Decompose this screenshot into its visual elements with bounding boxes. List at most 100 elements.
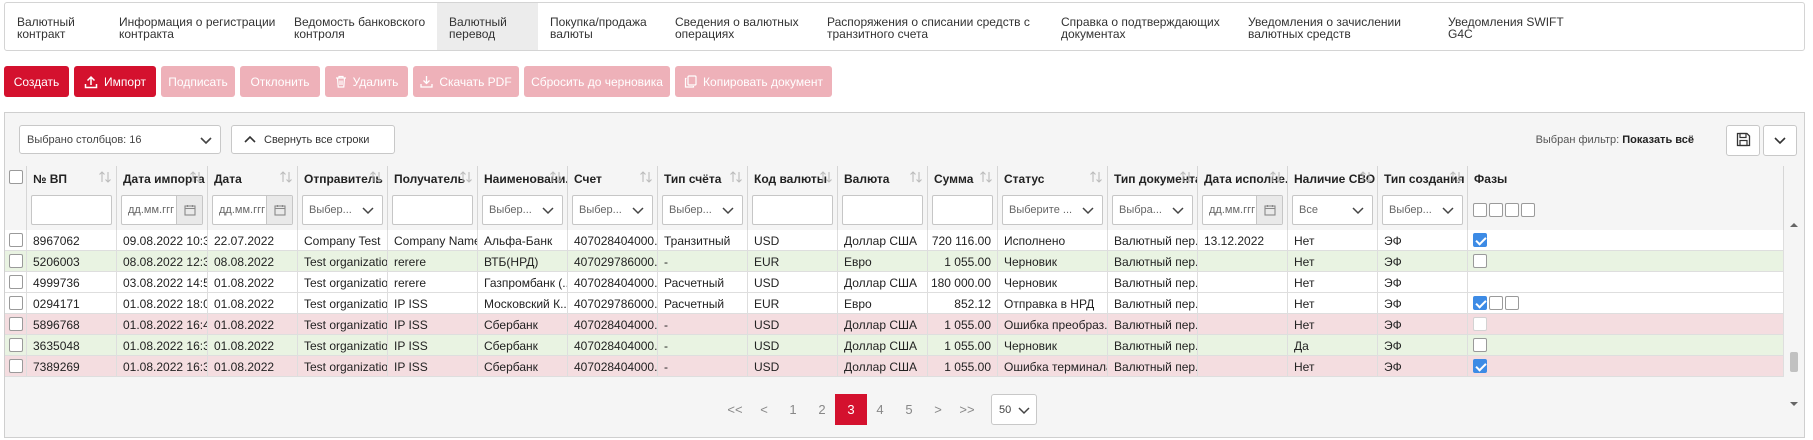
page-size-select[interactable]: 50: [991, 394, 1037, 425]
date-filter-input[interactable]: дд.мм.ггг: [212, 195, 293, 225]
select-filter[interactable]: Выбер...: [482, 195, 563, 225]
sort-icon[interactable]: [979, 171, 993, 186]
date-filter-input[interactable]: дд.мм.ггг: [1202, 195, 1283, 225]
sort-icon[interactable]: [1359, 171, 1373, 186]
reset-to-draft-button[interactable]: Сбросить до черновика: [524, 66, 670, 97]
sort-icon[interactable]: [1449, 171, 1463, 186]
phase-filter-checkbox[interactable]: [1505, 203, 1519, 217]
phase-filter-checkbox[interactable]: [1473, 203, 1487, 217]
phase-checkbox-checked[interactable]: [1473, 233, 1487, 247]
column-header[interactable]: Получатель: [388, 166, 478, 190]
prev-page-button[interactable]: <: [748, 394, 780, 425]
delete-button[interactable]: Удалить: [325, 66, 408, 97]
tab-6[interactable]: Сведения о валютных операциях: [663, 3, 815, 50]
sort-icon[interactable]: [459, 171, 473, 186]
phase-checkbox[interactable]: [1505, 296, 1519, 310]
tab-4[interactable]: Валютный перевод: [437, 3, 538, 50]
text-filter-input[interactable]: [842, 195, 923, 225]
select-filter[interactable]: Выбер...: [1382, 195, 1463, 225]
column-header[interactable]: Дата: [208, 166, 298, 190]
copy-document-button[interactable]: Копировать документ: [675, 66, 832, 97]
column-header[interactable]: Дата исполне...: [1198, 166, 1288, 190]
phase-filter-checkbox[interactable]: [1489, 203, 1503, 217]
select-filter[interactable]: Выберите ...: [1002, 195, 1103, 225]
page-2-button[interactable]: 2: [806, 394, 838, 425]
tab-5[interactable]: Покупка/продажа валюты: [538, 3, 663, 50]
reject-button[interactable]: Отклонить: [240, 66, 320, 97]
sort-icon[interactable]: [98, 171, 112, 186]
column-header[interactable]: № ВП: [27, 166, 117, 190]
column-header[interactable]: Фазы: [1468, 166, 1784, 190]
filter-menu-button[interactable]: [1763, 125, 1797, 156]
sort-icon[interactable]: [549, 171, 563, 186]
create-button[interactable]: Создать: [4, 66, 69, 97]
table-row[interactable]: 5896768 01.08.2022 16:42 01.08.2022 Test or…: [5, 314, 1784, 335]
page-4-button[interactable]: 4: [864, 394, 896, 425]
tab-2[interactable]: Информация о регистрации контракта: [107, 3, 282, 50]
sort-icon[interactable]: [279, 171, 293, 186]
vertical-scrollbar[interactable]: [1786, 218, 1802, 413]
column-header[interactable]: Валюта: [838, 166, 928, 190]
next-page-button[interactable]: >: [922, 394, 954, 425]
row-checkbox[interactable]: [9, 296, 23, 310]
last-page-button[interactable]: >>: [951, 394, 983, 425]
column-header[interactable]: Статус: [998, 166, 1108, 190]
page-5-button[interactable]: 5: [893, 394, 925, 425]
sort-icon[interactable]: [1179, 171, 1193, 186]
sort-icon[interactable]: [819, 171, 833, 186]
phase-checkbox-checked[interactable]: [1473, 296, 1487, 310]
phase-checkbox-checked[interactable]: [1473, 359, 1487, 373]
row-checkbox[interactable]: [9, 317, 23, 331]
column-header[interactable]: Тип счёта: [658, 166, 748, 190]
text-filter-input[interactable]: [752, 195, 833, 225]
tab-7[interactable]: Распоряжения о списании средств с транзит…: [815, 3, 1049, 50]
sort-icon[interactable]: [729, 171, 743, 186]
select-filter[interactable]: Все: [1292, 195, 1373, 225]
import-button[interactable]: Импорт: [74, 66, 156, 97]
text-filter-input[interactable]: [932, 195, 993, 225]
select-filter[interactable]: Выбер...: [662, 195, 743, 225]
calendar-icon[interactable]: [1256, 196, 1282, 224]
column-header[interactable]: Тип документа: [1108, 166, 1198, 190]
phase-checkbox[interactable]: [1473, 338, 1487, 352]
first-page-button[interactable]: <<: [719, 394, 751, 425]
calendar-icon[interactable]: [176, 196, 202, 224]
select-all-checkbox[interactable]: [9, 170, 23, 184]
select-filter[interactable]: Выбер...: [302, 195, 383, 225]
tab-9[interactable]: Уведомления о зачислении валютных средств: [1236, 3, 1436, 50]
sort-icon[interactable]: [369, 171, 383, 186]
row-checkbox[interactable]: [9, 275, 23, 289]
phase-filter-checkbox[interactable]: [1521, 203, 1535, 217]
table-row[interactable]: 7389269 01.08.2022 16:30 01.08.2022 Test or…: [5, 356, 1784, 377]
table-row[interactable]: 5206003 08.08.2022 12:35 08.08.2022 Test or…: [5, 251, 1784, 272]
row-checkbox[interactable]: [9, 359, 23, 373]
table-row[interactable]: 8967062 09.08.2022 10:30 22.07.2022 Company…: [5, 230, 1784, 251]
sort-icon[interactable]: [909, 171, 923, 186]
column-header[interactable]: Наличие СВО: [1288, 166, 1378, 190]
sort-icon[interactable]: [639, 171, 653, 186]
download-pdf-button[interactable]: Скачать PDF: [413, 66, 519, 97]
column-header[interactable]: Наименовани...: [478, 166, 568, 190]
page-1-button[interactable]: 1: [777, 394, 809, 425]
sort-icon[interactable]: [1089, 171, 1103, 186]
row-checkbox[interactable]: [9, 338, 23, 352]
date-filter-input[interactable]: дд.мм.ггг: [121, 195, 203, 225]
column-header[interactable]: Отправитель: [298, 166, 388, 190]
collapse-all-rows-button[interactable]: Свернуть все строки: [231, 125, 395, 154]
select-filter[interactable]: Выбра...: [1112, 195, 1193, 225]
phase-checkbox[interactable]: [1489, 296, 1503, 310]
sort-icon[interactable]: [189, 171, 203, 186]
save-filter-button[interactable]: [1726, 125, 1760, 156]
calendar-icon[interactable]: [266, 196, 292, 224]
column-header[interactable]: Тип создания: [1378, 166, 1468, 190]
phase-checkbox[interactable]: [1473, 317, 1487, 331]
columns-selector[interactable]: Выбрано столбцов: 16: [19, 125, 221, 154]
text-filter-input[interactable]: [31, 195, 112, 225]
column-header[interactable]: Код валюты: [748, 166, 838, 190]
row-checkbox[interactable]: [9, 233, 23, 247]
table-row[interactable]: 4999736 03.08.2022 14:59 01.08.2022 Test or…: [5, 272, 1784, 293]
tab-1[interactable]: Валютный контракт: [5, 3, 107, 50]
text-filter-input[interactable]: [392, 195, 473, 225]
tab-3[interactable]: Ведомость банковского контроля: [282, 3, 437, 50]
scrollbar-thumb[interactable]: [1790, 352, 1798, 372]
